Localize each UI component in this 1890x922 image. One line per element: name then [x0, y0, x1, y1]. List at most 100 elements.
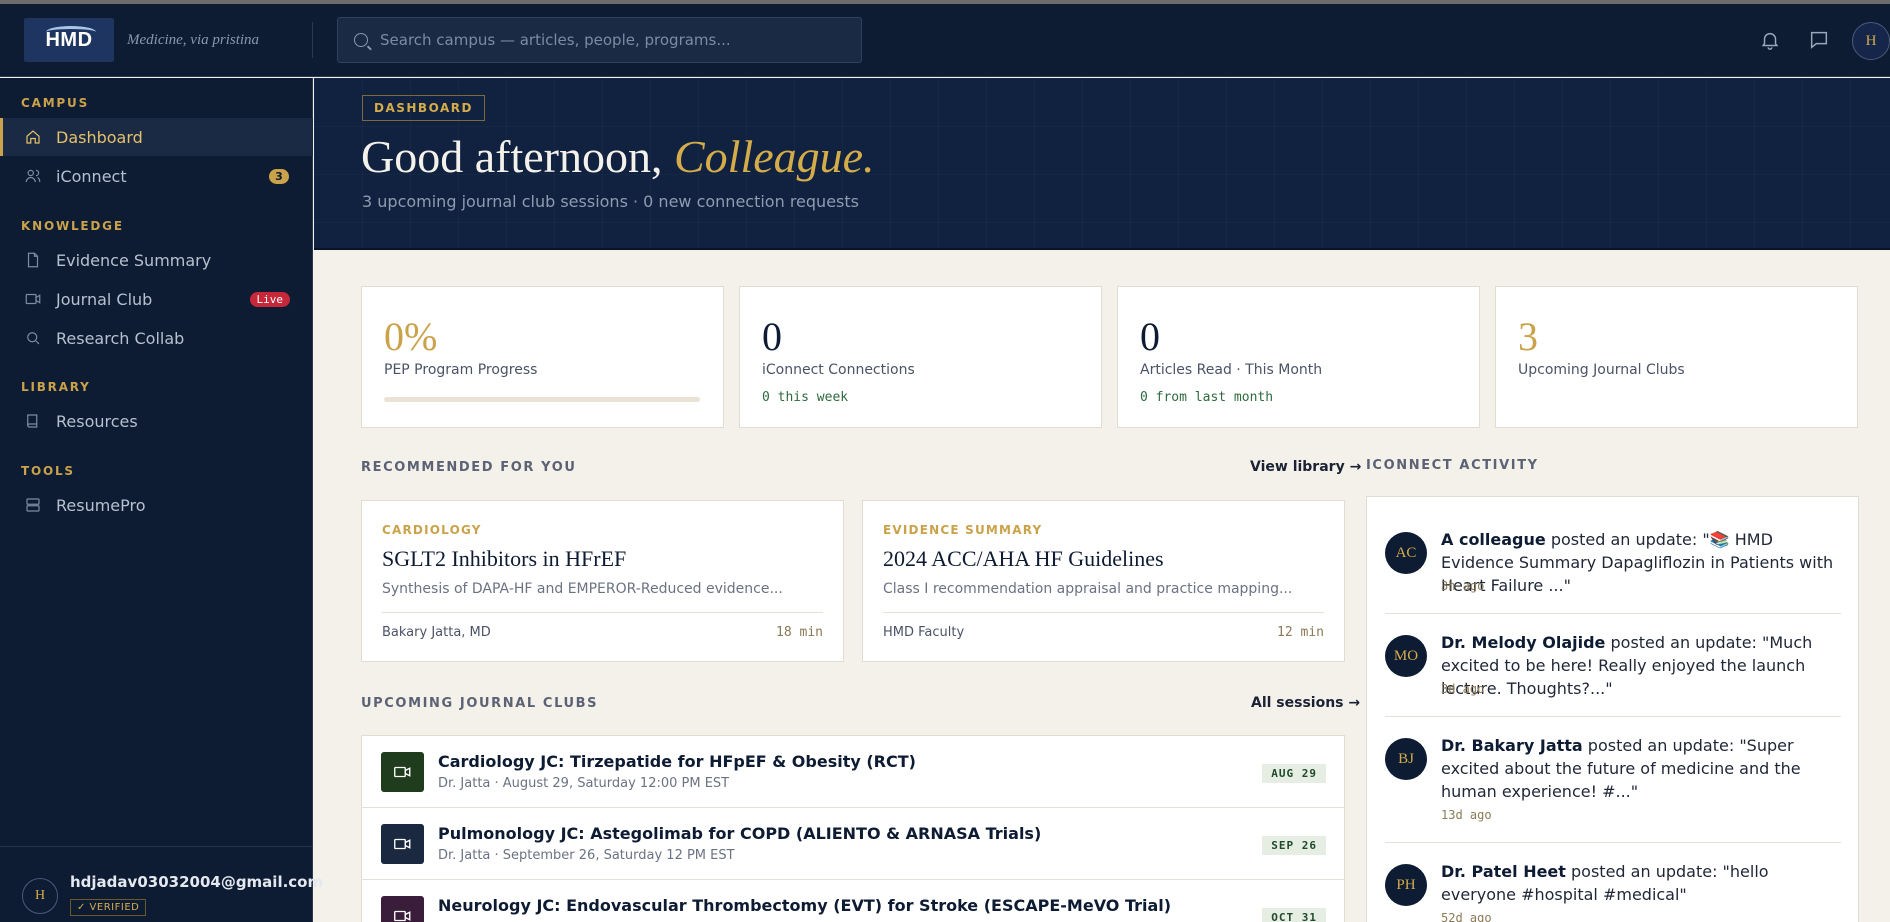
list-item[interactable]: Cardiology JC: Tirzepatide for HFpEF & O…: [362, 736, 1344, 808]
sidebar-item-resumepro[interactable]: ResumePro: [0, 486, 313, 524]
stat-value: 3: [1518, 314, 1538, 359]
video-icon: [381, 824, 424, 864]
stat-card-connections[interactable]: 0 iConnect Connections 0 this week: [739, 286, 1102, 428]
journal-clubs-heading: UPCOMING JOURNAL CLUBS: [361, 696, 599, 711]
avatar: H: [22, 878, 58, 914]
article-title: 2024 ACC/AHA HF Guidelines: [883, 546, 1164, 571]
activity-feed: AC A colleague posted an update: "📚 HMD …: [1366, 496, 1859, 922]
date-badge: AUG 29: [1262, 764, 1326, 783]
article-description: Class I recommendation appraisal and pra…: [883, 581, 1293, 597]
author-name[interactable]: Dr. Melody Olajide: [1441, 633, 1605, 652]
hero-banner: DASHBOARD Good afternoon, Colleague. 3 u…: [314, 78, 1890, 250]
timestamp: 3h ago: [1441, 579, 1485, 593]
brand-tagline: Medicine, via pristina: [127, 32, 260, 48]
section-library: LIBRARY: [21, 380, 91, 394]
sidebar-item-label: Research Collab: [56, 328, 185, 348]
read-time: 12 min: [1277, 625, 1324, 640]
activity-item[interactable]: MO Dr. Melody Olajide posted an update: …: [1385, 633, 1841, 705]
session-meta: Dr. Jatta · September 26, Saturday 12 PM…: [438, 848, 735, 863]
user-email: hdjadav03032004@gmail.com: [70, 873, 324, 891]
divider: [382, 612, 823, 613]
author-name[interactable]: Dr. Bakary Jatta: [1441, 736, 1583, 755]
hmd-logo[interactable]: HMD: [24, 18, 114, 62]
article-category: EVIDENCE SUMMARY: [883, 523, 1043, 537]
session-meta: Dr. Jatta · August 29, Saturday 12:00 PM…: [438, 776, 730, 791]
author-name[interactable]: A colleague: [1441, 530, 1546, 549]
greeting-name: Colleague.: [673, 131, 875, 182]
activity-item[interactable]: AC A colleague posted an update: "📚 HMD …: [1385, 530, 1841, 602]
stat-delta: 0 this week: [762, 390, 849, 405]
activity-text: Dr. Patel Heet posted an update: "hello …: [1441, 860, 1841, 906]
notification-badge: 3: [269, 168, 289, 184]
avatar: BJ: [1385, 738, 1427, 780]
activity-item[interactable]: PH Dr. Patel Heet posted an update: "hel…: [1385, 862, 1841, 922]
activity-item[interactable]: BJ Dr. Bakary Jatta posted an update: "S…: [1385, 736, 1841, 828]
all-sessions-link[interactable]: All sessions →: [1251, 695, 1360, 711]
search-box[interactable]: [337, 17, 862, 63]
section-tools: TOOLS: [21, 464, 75, 478]
sidebar-item-label: ResumePro: [56, 495, 146, 515]
sidebar-item-label: Resources: [56, 411, 138, 431]
search-icon: [27, 332, 40, 345]
message-icon[interactable]: [1808, 29, 1830, 51]
divider: [883, 612, 1324, 613]
list-item[interactable]: Pulmonology JC: Astegolimab for COPD (AL…: [362, 808, 1344, 880]
sidebar-item-label: Journal Club: [56, 289, 153, 309]
timestamp: 13d ago: [1441, 808, 1492, 822]
sidebar-item-iconnect[interactable]: iConnect 3: [0, 157, 313, 195]
timestamp: 52d ago: [1441, 911, 1492, 922]
sidebar: CAMPUS Dashboard iConnect 3 KNOWLEDGE Ev…: [0, 78, 323, 922]
live-badge: Live: [249, 291, 290, 307]
avatar: PH: [1385, 864, 1427, 906]
home-icon: [26, 130, 40, 144]
activity-text: A colleague posted an update: "📚 HMD Evi…: [1441, 528, 1841, 597]
stat-card-journal-clubs[interactable]: 3 Upcoming Journal Clubs: [1495, 286, 1858, 428]
activity-heading: ICONNECT ACTIVITY: [1366, 458, 1539, 473]
divider: [1385, 716, 1841, 717]
stat-label: iConnect Connections: [762, 362, 915, 378]
stat-delta: 0 from last month: [1140, 390, 1274, 405]
activity-text: Dr. Melody Olajide posted an update: "Mu…: [1441, 631, 1841, 700]
section-knowledge: KNOWLEDGE: [21, 219, 124, 233]
logo-swoosh-icon: [46, 26, 96, 38]
article-title: SGLT2 Inhibitors in HFrEF: [382, 546, 627, 571]
article-author: Bakary Jatta, MD: [382, 625, 491, 640]
stat-label: Articles Read · This Month: [1140, 362, 1323, 378]
read-time: 18 min: [776, 625, 823, 640]
stat-value: 0: [762, 314, 782, 359]
activity-text: Dr. Bakary Jatta posted an update: "Supe…: [1441, 734, 1841, 803]
timestamp: 3d ago: [1441, 682, 1485, 696]
divider: [1385, 842, 1841, 843]
page-title: Good afternoon, Colleague.: [361, 130, 875, 183]
user-profile[interactable]: H hdjadav03032004@gmail.com ✓ VERIFIED: [0, 846, 323, 922]
progress-bar: [384, 397, 700, 402]
view-library-link[interactable]: View library →: [1250, 459, 1361, 475]
article-card[interactable]: EVIDENCE SUMMARY 2024 ACC/AHA HF Guideli…: [862, 500, 1345, 662]
sidebar-item-evidence-summary[interactable]: Evidence Summary: [0, 241, 313, 279]
stat-value: 0%: [384, 314, 438, 359]
video-icon: [25, 293, 41, 305]
search-input[interactable]: [380, 31, 850, 49]
greeting: Good afternoon,: [361, 131, 663, 182]
stat-label: Upcoming Journal Clubs: [1518, 362, 1685, 378]
sidebar-item-resources[interactable]: Resources: [0, 402, 313, 440]
bell-icon[interactable]: [1759, 29, 1781, 51]
stat-card-articles-read[interactable]: 0 Articles Read · This Month 0 from last…: [1117, 286, 1480, 428]
sidebar-item-label: Dashboard: [56, 127, 143, 147]
sidebar-item-journal-club[interactable]: Journal Club Live: [0, 280, 313, 318]
stat-card-pep-progress[interactable]: 0% PEP Program Progress: [361, 286, 724, 428]
sidebar-item-dashboard[interactable]: Dashboard: [0, 118, 313, 156]
sidebar-item-research-collab[interactable]: Research Collab: [0, 319, 313, 357]
verified-badge: ✓ VERIFIED: [70, 899, 147, 916]
author-name[interactable]: Dr. Patel Heet: [1441, 862, 1566, 881]
users-icon: [25, 169, 41, 183]
list-item[interactable]: Neurology JC: Endovascular Thrombectomy …: [362, 880, 1344, 922]
user-avatar[interactable]: H: [1852, 22, 1890, 60]
journal-club-list: Cardiology JC: Tirzepatide for HFpEF & O…: [361, 735, 1345, 922]
stat-label: PEP Program Progress: [384, 362, 538, 378]
article-card[interactable]: CARDIOLOGY SGLT2 Inhibitors in HFrEF Syn…: [361, 500, 844, 662]
recommended-heading: RECOMMENDED FOR YOU: [361, 460, 577, 475]
divider: [1385, 613, 1841, 614]
article-category: CARDIOLOGY: [382, 523, 482, 537]
video-icon: [381, 896, 424, 922]
